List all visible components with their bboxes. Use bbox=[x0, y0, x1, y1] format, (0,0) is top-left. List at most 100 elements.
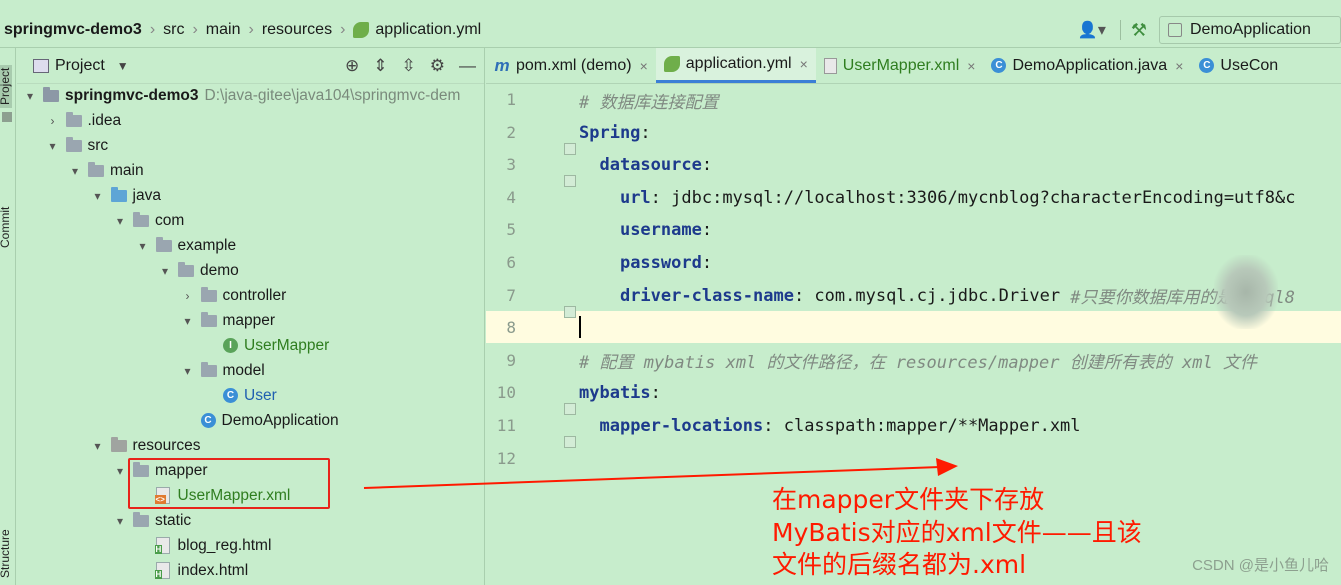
project-view-icon bbox=[33, 58, 49, 73]
build-hammer-icon[interactable]: ⚒ bbox=[1131, 20, 1147, 41]
tree-node[interactable]: ▾ model bbox=[181, 358, 265, 383]
hide-panel-icon[interactable]: — bbox=[459, 56, 476, 76]
close-icon[interactable]: × bbox=[640, 58, 648, 74]
user-icon[interactable]: 👤▾ bbox=[1078, 20, 1106, 40]
project-panel-title[interactable]: Project bbox=[55, 57, 105, 75]
close-icon[interactable]: × bbox=[967, 58, 975, 74]
chevron-down-icon[interactable]: ▾ bbox=[91, 189, 105, 203]
code-line: url: jdbc:mysql://localhost:3306/mycnblo… bbox=[579, 182, 1296, 214]
chevron-right-icon[interactable]: › bbox=[46, 114, 60, 128]
editor-tab[interactable]: C UseCon bbox=[1191, 48, 1286, 83]
run-configuration-select[interactable]: DemoApplication bbox=[1159, 16, 1341, 44]
tree-node-label: springmvc-demo3 bbox=[65, 86, 199, 104]
chevron-down-icon[interactable]: ▾ bbox=[113, 514, 127, 528]
chevron-down-icon[interactable]: ▾ bbox=[181, 314, 195, 328]
annotation-text-line-2: MyBatis对应的xml文件——且该 bbox=[772, 518, 1142, 547]
tree-node[interactable]: ▾ example bbox=[136, 233, 237, 258]
tree-node[interactable]: C DemoApplication bbox=[181, 408, 339, 433]
tree-node-label: example bbox=[177, 236, 237, 254]
breadcrumb-resources[interactable]: resources bbox=[262, 21, 332, 39]
code-line: # 数据库连接配置 bbox=[579, 84, 718, 116]
annotation-text-line-1: 在mapper文件夹下存放 bbox=[772, 485, 1045, 514]
chevron-down-icon[interactable]: ▾ bbox=[181, 364, 195, 378]
class-icon: C bbox=[200, 413, 216, 428]
chevron-down-icon[interactable]: ▾ bbox=[91, 439, 105, 453]
editor-tab[interactable]: UserMapper.xml × bbox=[816, 48, 984, 83]
tree-node[interactable]: ▾ resources bbox=[91, 433, 201, 458]
tree-node[interactable]: › controller bbox=[181, 283, 286, 308]
tree-node[interactable]: ▾ src bbox=[46, 133, 109, 158]
html-file-icon: H bbox=[154, 562, 170, 579]
collapse-all-icon[interactable]: ⇳ bbox=[402, 56, 416, 76]
chevron-down-icon[interactable]: ▾ bbox=[46, 139, 60, 153]
chevron-down-icon[interactable]: ▾ bbox=[113, 214, 127, 228]
editor-tab[interactable]: application.yml × bbox=[655, 48, 816, 83]
nav-toolbar: 👤▾ ⚒ DemoApplication bbox=[1078, 16, 1341, 44]
class-icon: C bbox=[223, 388, 238, 403]
code-token: : bbox=[701, 253, 713, 273]
tree-node[interactable]: ▾ static bbox=[113, 508, 191, 533]
breadcrumb-src[interactable]: src bbox=[163, 21, 184, 39]
tree-node[interactable]: ▾ demo bbox=[158, 258, 239, 283]
chevron-down-icon[interactable]: ▾ bbox=[68, 164, 82, 178]
interface-icon: I bbox=[223, 338, 238, 353]
left-tool-window-strip: Project Commit Structure bbox=[0, 48, 16, 585]
gear-icon[interactable]: ⚙ bbox=[430, 56, 445, 76]
tree-node-label: demo bbox=[200, 261, 239, 279]
toolbar-divider bbox=[1119, 20, 1121, 40]
tree-node[interactable]: ▾ java bbox=[91, 183, 161, 208]
spring-leaf-icon bbox=[663, 56, 680, 72]
project-tool-tab[interactable]: Project bbox=[0, 64, 12, 108]
class-icon: C bbox=[1199, 58, 1215, 73]
xml-file-icon bbox=[823, 57, 837, 74]
chevron-down-icon[interactable]: ▼ bbox=[117, 59, 129, 73]
close-icon[interactable]: × bbox=[1175, 58, 1183, 74]
code-token: : bbox=[650, 383, 661, 404]
code-token: username bbox=[619, 220, 702, 241]
tree-node[interactable]: ▾ main bbox=[68, 158, 144, 183]
editor-tab[interactable]: C DemoApplication.java × bbox=[983, 48, 1191, 83]
code-token: : bbox=[701, 155, 713, 176]
code-token: # 配置 mybatis xml 的文件路径，在 resources/mappe… bbox=[579, 353, 1257, 374]
run-configuration-label: DemoApplication bbox=[1190, 21, 1311, 38]
chevron-down-icon[interactable]: ▾ bbox=[158, 264, 172, 278]
tree-node-label: User bbox=[244, 386, 277, 404]
locate-file-icon[interactable]: ⊕ bbox=[345, 56, 359, 76]
chevron-right-icon[interactable]: › bbox=[181, 289, 195, 303]
tree-node[interactable]: ▾ mapper bbox=[181, 308, 275, 333]
tree-node[interactable]: Hblog_reg.html bbox=[136, 533, 271, 558]
breadcrumb-project[interactable]: springmvc-demo3 bbox=[4, 21, 142, 39]
folder-icon bbox=[133, 211, 149, 227]
breadcrumb-main[interactable]: main bbox=[206, 21, 241, 39]
tree-node[interactable]: Hindex.html bbox=[136, 558, 248, 583]
chevron-down-icon[interactable]: ▾ bbox=[113, 464, 127, 478]
source-folder-icon bbox=[110, 186, 127, 202]
breadcrumb-separator: › bbox=[248, 20, 254, 38]
chevron-down-icon[interactable]: ▾ bbox=[23, 89, 37, 103]
editor-tab[interactable]: m pom.xml (demo) × bbox=[486, 48, 656, 83]
structure-tool-tab[interactable]: Structure bbox=[0, 529, 12, 578]
commit-tool-tab[interactable]: Commit bbox=[0, 207, 12, 248]
code-line: driver-class-name: com.mysql.cj.jdbc.Dri… bbox=[579, 280, 1295, 312]
tree-node[interactable]: › .idea bbox=[46, 108, 122, 133]
tree-node[interactable]: I UserMapper bbox=[203, 333, 329, 358]
tree-node[interactable]: ▾ com bbox=[113, 208, 184, 233]
tree-node-label: java bbox=[132, 186, 161, 204]
tree-node[interactable]: C User bbox=[203, 383, 277, 408]
chevron-down-icon[interactable]: ▾ bbox=[136, 239, 150, 253]
tree-node-label: .idea bbox=[87, 111, 122, 129]
close-icon[interactable]: × bbox=[800, 56, 808, 72]
breadcrumb-separator: › bbox=[192, 20, 198, 38]
tree-node[interactable]: ▾ springmvc-demo3 D:\java-gitee\java104\sp… bbox=[23, 83, 460, 108]
breadcrumb-file[interactable]: application.yml bbox=[353, 21, 481, 39]
code-line: mapper-locations: classpath:mapper/**Map… bbox=[579, 410, 1080, 442]
tree-node-label: src bbox=[87, 136, 109, 154]
tree-node-label: com bbox=[155, 211, 185, 229]
folder-icon bbox=[133, 511, 149, 527]
expand-all-icon[interactable]: ⇕ bbox=[373, 56, 387, 76]
editor-tab-label: application.yml bbox=[685, 55, 792, 72]
maven-icon: m bbox=[494, 55, 510, 75]
